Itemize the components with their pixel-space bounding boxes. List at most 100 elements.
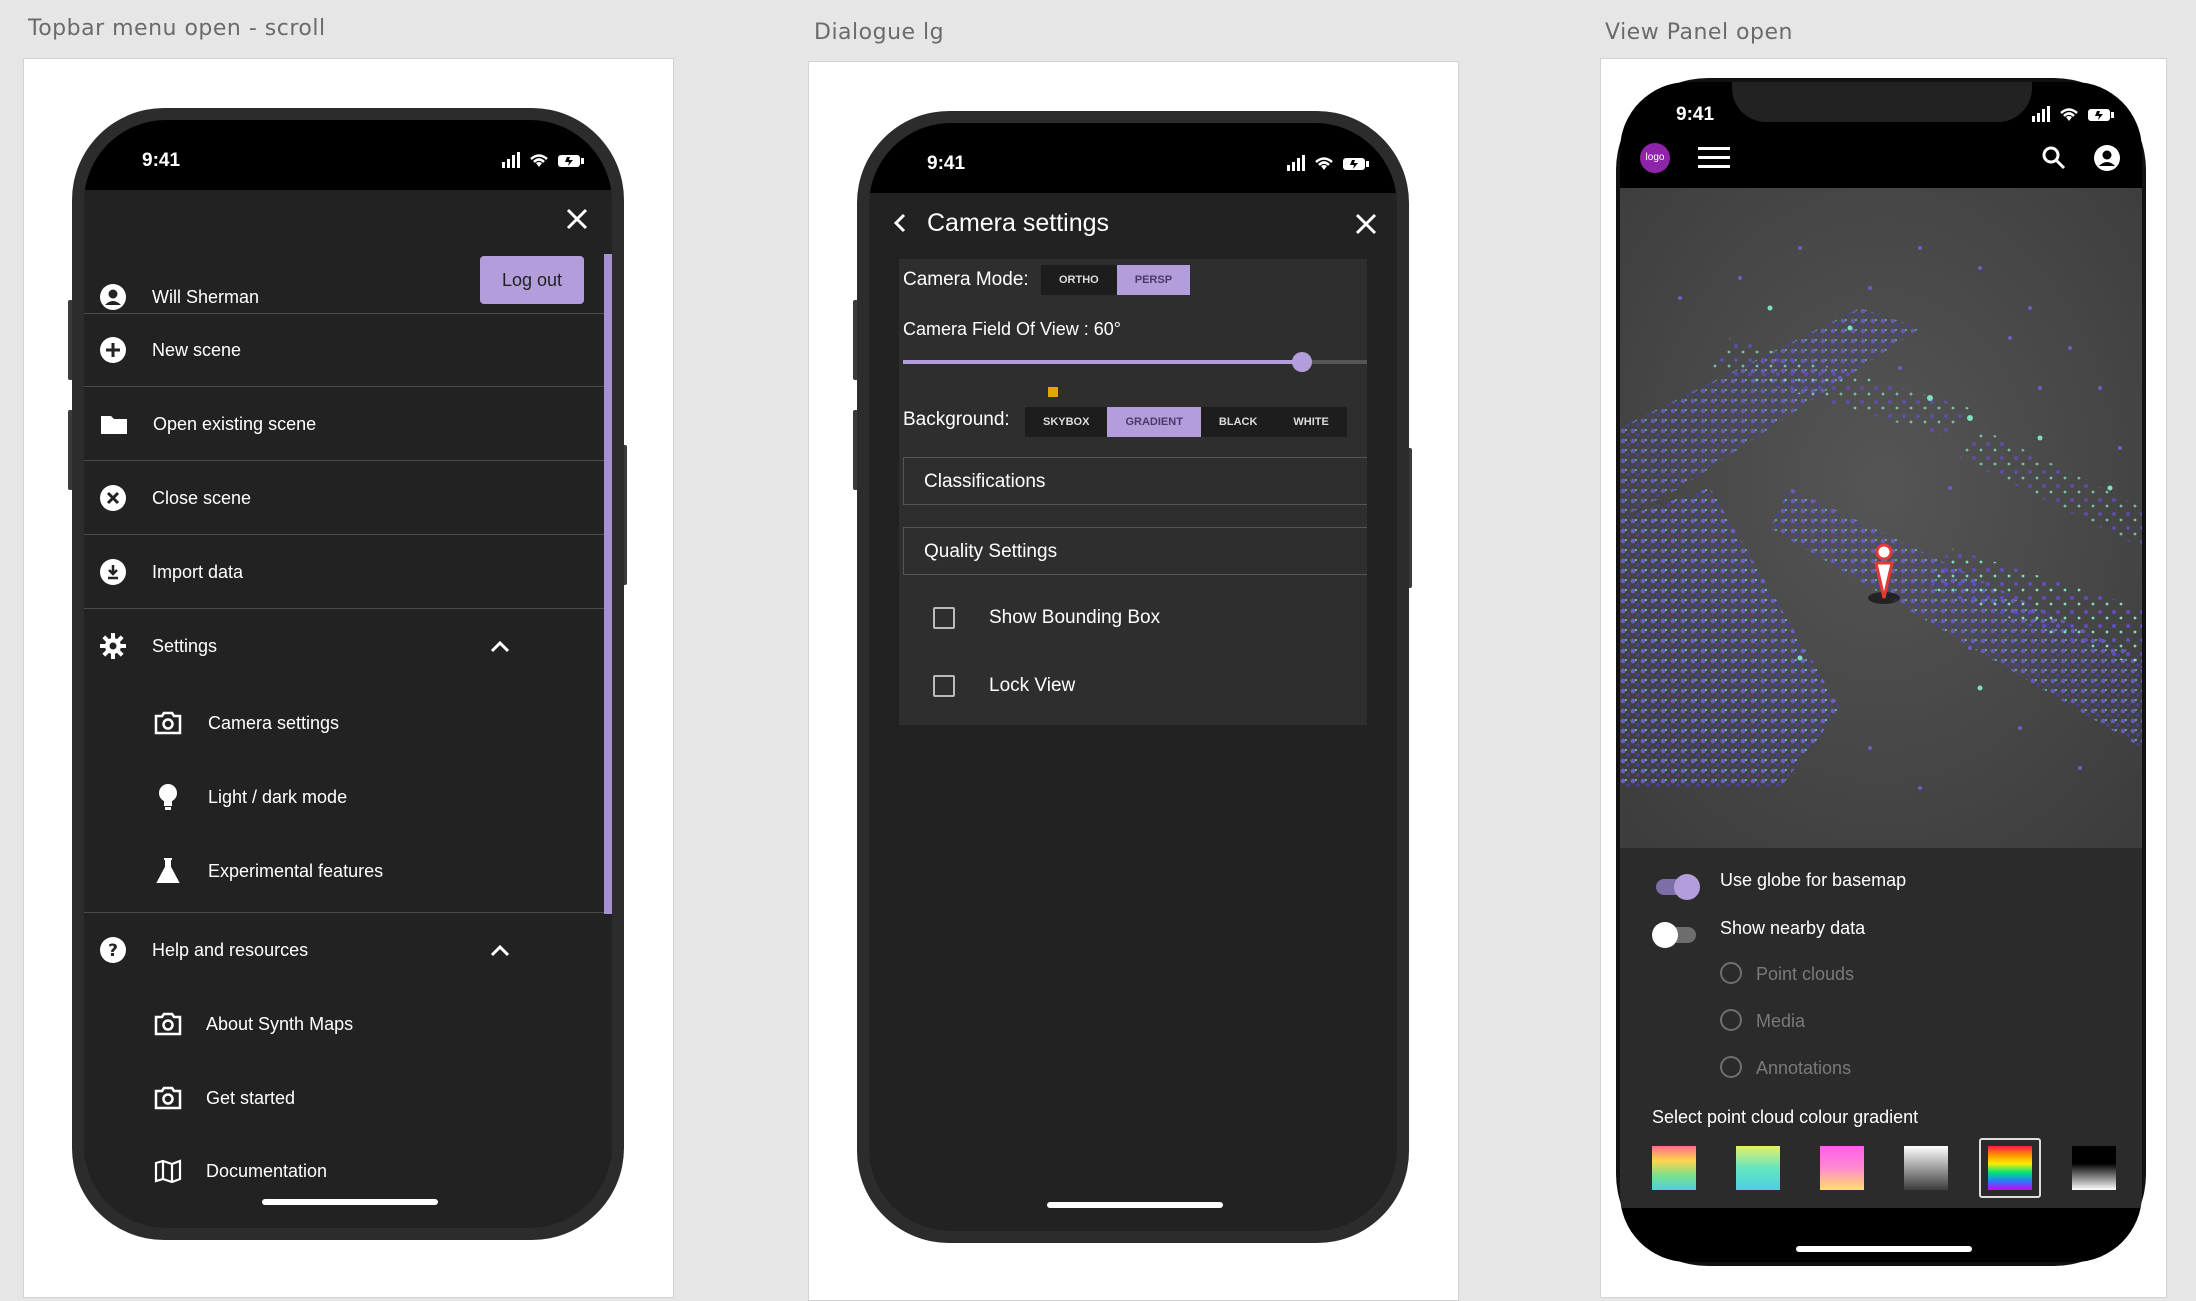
section-quality-settings[interactable]: Quality Settings [903,527,1367,575]
checkbox-label: Show Bounding Box [989,607,1161,628]
background-skybox[interactable]: SKYBOX [1025,407,1107,437]
camera-mode-toggle: ORTHO PERSP [1041,265,1191,295]
signal-icon [2032,106,2050,122]
background-label: Background: [903,409,1010,430]
logout-button[interactable]: Log out [480,256,584,304]
checkbox-show-bounding-box[interactable] [933,607,955,629]
menu-item-label: New scene [152,339,242,360]
camera-icon [154,1086,182,1110]
home-indicator[interactable] [1047,1202,1223,1208]
radio-label: Point clouds [1756,964,1855,984]
menu-item-label: Settings [152,635,218,656]
phone-menu: 9:41 Will Sherman Log out New scene Open… [72,108,624,1240]
submenu-about[interactable]: About Synth Maps [154,988,353,1060]
radio-media[interactable] [1720,1009,1742,1031]
menu-item-settings[interactable]: Settings [84,609,604,683]
battery-icon [558,155,584,167]
status-time: 9:41 [142,150,181,171]
radio-label: Annotations [1756,1058,1852,1078]
home-indicator[interactable] [262,1199,438,1205]
frame-label-topbar: Topbar menu open - scroll [28,16,326,41]
menu-item-import-data[interactable]: Import data [84,535,604,609]
submenu-label: About Synth Maps [206,1013,354,1034]
point-cloud-map[interactable] [1620,188,2142,848]
menu-item-label: Open existing scene [153,413,317,434]
checkbox-label: Lock View [989,675,1076,696]
app-logo[interactable]: logo [1640,143,1670,173]
status-time: 9:41 [1676,104,1715,125]
menu-item-label: Import data [152,561,244,582]
phone-view-panel: 9:41 logo Use globe for basemap Show nea… [1616,78,2146,1266]
submenu-label: Experimental features [208,860,384,881]
camera-icon [154,1012,182,1036]
close-icon[interactable] [566,208,588,230]
frame-label-view-panel: View Panel open [1605,20,1793,45]
toggle-nearby-data[interactable] [1652,922,1696,948]
camera-mode-label: Camera Mode: [903,269,1029,290]
frame-label-dialogue: Dialogue lg [814,20,945,45]
camera-mode-persp[interactable]: PERSP [1116,265,1191,295]
radio-annotations[interactable] [1720,1056,1742,1078]
account-circle-icon [100,284,126,310]
background-black[interactable]: BLACK [1201,407,1276,437]
bottom-bar [1620,1208,2142,1262]
camera-icon [154,711,182,735]
help-icon: ? [100,937,126,963]
toggle-label: Show nearby data [1720,918,1866,938]
chevron-up-icon[interactable] [490,639,510,653]
menu-item-new-scene[interactable]: New scene [84,314,604,386]
fov-label: Camera Field Of View : 60° [903,319,1121,339]
gear-icon [100,633,126,659]
gradient-option-yellow-cyan[interactable] [1736,1146,1780,1190]
flask-icon [156,858,180,883]
radio-point-clouds[interactable] [1720,962,1742,984]
scrollbar[interactable] [604,254,612,914]
submenu-get-started[interactable]: Get started [154,1062,295,1134]
map-icon [154,1159,182,1183]
toggle-globe-basemap[interactable] [1656,874,1700,900]
close-icon[interactable] [1355,213,1377,235]
lightbulb-icon [159,784,177,810]
signal-icon [1287,155,1305,171]
menu-item-close-scene[interactable]: Close scene [84,461,604,535]
submenu-light-dark-mode[interactable]: Light / dark mode [154,760,347,834]
submenu-documentation[interactable]: Documentation [154,1135,327,1207]
gradient-option-pink-yellow[interactable] [1820,1146,1864,1190]
menu-item-label: Close scene [152,487,252,508]
cancel-circle-icon [100,485,126,511]
menu-item-open-scene[interactable]: Open existing scene [84,387,604,461]
gradient-option-black-white[interactable] [2072,1146,2116,1190]
toggle-label: Use globe for basemap [1720,870,1907,890]
submenu-camera-settings[interactable]: Camera settings [154,686,339,760]
section-classifications[interactable]: Classifications [903,457,1367,505]
fov-slider[interactable] [903,352,1367,372]
checkbox-lock-view[interactable] [933,675,955,697]
user-name: Will Sherman [152,286,260,307]
view-panel [1620,848,2142,1208]
home-indicator[interactable] [1796,1246,1972,1252]
section-label: Quality Settings [924,541,1058,562]
submenu-label: Get started [206,1087,296,1108]
radio-label: Media [1756,1011,1806,1031]
signal-icon [502,152,520,168]
gradient-option-spectrum[interactable] [1988,1146,2032,1190]
back-chevron-icon[interactable] [893,213,907,233]
gradient-option-grayscale[interactable] [1904,1146,1948,1190]
gradient-option-warm-rainbow[interactable] [1652,1146,1696,1190]
menu-item-help[interactable]: ? Help and resources [84,913,604,987]
account-circle-icon[interactable] [2094,145,2120,171]
background-toggle: SKYBOX GRADIENT BLACK WHITE [1025,407,1347,437]
background-gradient[interactable]: GRADIENT [1107,407,1201,437]
wifi-icon [530,154,548,167]
submenu-label: Documentation [206,1160,328,1181]
camera-mode-ortho[interactable]: ORTHO [1041,265,1117,295]
background-white[interactable]: WHITE [1275,407,1346,437]
fov-slider-thumb[interactable] [1292,352,1313,372]
menu-item-label: Help and resources [152,939,309,960]
submenu-label: Camera settings [208,712,340,733]
hamburger-menu-icon[interactable] [1698,147,1730,169]
search-icon[interactable] [2042,146,2066,170]
gradient-label: Select point cloud colour gradient [1652,1107,1919,1127]
submenu-experimental-features[interactable]: Experimental features [154,834,383,908]
chevron-up-icon[interactable] [490,943,510,957]
